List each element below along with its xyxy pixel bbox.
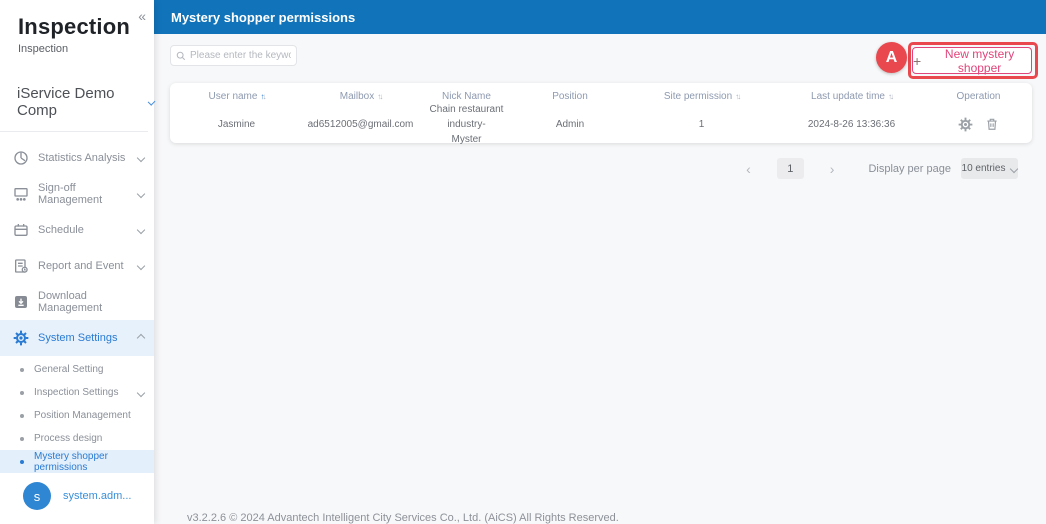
search-box	[170, 45, 297, 66]
chevron-down-icon	[136, 189, 146, 199]
monitor-icon	[12, 186, 29, 203]
column-header-mailbox[interactable]: Mailbox ↑↓	[303, 91, 418, 102]
main-content: A + New mystery shopper User name ↑↓ Mai…	[154, 34, 1046, 524]
cell-position: Admin	[555, 118, 585, 130]
bullet-icon	[20, 413, 24, 418]
sidebar-menu: Statistics Analysis Sign-off Management	[0, 140, 154, 356]
topbar: Mystery shopper permissions	[154, 0, 1046, 34]
subitem-label: Process design	[34, 433, 103, 444]
user-account[interactable]: s system.adm...	[0, 476, 154, 516]
subitem-label: General Setting	[34, 364, 104, 375]
column-header-position: Position	[552, 90, 588, 102]
settings-gear-button[interactable]	[958, 117, 973, 132]
bullet-icon	[20, 390, 24, 395]
plus-icon: +	[913, 52, 922, 69]
subitem-label: Mystery shopper permissions	[34, 450, 108, 473]
app-subtitle: Inspection	[18, 43, 69, 55]
column-header-nick-name: Nick Name	[442, 90, 491, 102]
download-icon	[12, 294, 29, 311]
column-header-site-permission[interactable]: Site permission ↑↓	[625, 91, 778, 102]
column-header-user-name[interactable]: User name ↑↓	[170, 91, 303, 102]
divider	[0, 131, 148, 132]
cell-user-name: Jasmine	[217, 118, 256, 130]
entries-per-page-dropdown[interactable]: 10 entries	[961, 158, 1019, 179]
sidebar-item-label: Schedule	[38, 224, 84, 236]
bullet-icon	[20, 459, 24, 464]
bullet-icon	[20, 367, 24, 372]
trash-icon	[987, 118, 997, 130]
company-name: iService Demo Comp	[17, 85, 115, 119]
pagination: ‹ 1 › Display per page 10 entries	[740, 158, 1019, 179]
sidebar-item-download-management[interactable]: Download Management	[0, 284, 154, 320]
search-icon	[176, 51, 186, 60]
cell-site-permission: 1	[698, 118, 705, 130]
next-page-icon[interactable]: ›	[824, 161, 841, 177]
new-mystery-shopper-label: New mystery shopper	[944, 46, 1015, 75]
subitem-mystery-shopper-permissions[interactable]: Mystery shopper permissions	[0, 450, 154, 473]
gear-icon	[958, 117, 973, 131]
sort-icon: ↑↓	[735, 91, 741, 101]
chevron-up-icon	[136, 333, 146, 343]
table-header: User name ↑↓ Mailbox ↑↓ Nick Name Positi…	[170, 85, 1032, 107]
sidebar-item-label: Statistics Analysis	[38, 152, 126, 164]
table-row: Jasmine ad6512005@gmail.com Chain restau…	[170, 104, 1032, 145]
avatar: s	[23, 482, 51, 510]
subitem-label: Position Management	[34, 410, 131, 421]
sidebar-item-statistics-analysis[interactable]: Statistics Analysis	[0, 140, 154, 176]
subitem-general-setting[interactable]: General Setting	[0, 358, 154, 381]
pie-chart-icon	[12, 150, 29, 167]
subitem-position-management[interactable]: Position Management	[0, 404, 154, 427]
delete-button[interactable]	[985, 117, 999, 131]
sort-icon: ↑↓	[377, 91, 383, 101]
column-header-operation: Operation	[956, 90, 1001, 102]
display-per-page-label: Display per page	[868, 162, 951, 175]
page: « Inspection Inspection iService Demo Co…	[0, 0, 1046, 524]
gear-icon	[12, 330, 29, 347]
report-document-icon	[12, 258, 29, 275]
chevron-down-icon	[136, 225, 146, 235]
sidebar-item-label: Sign-off Management	[38, 182, 103, 206]
column-header-last-update-time[interactable]: Last update time ↑↓	[778, 91, 925, 102]
sidebar-item-label: System Settings	[38, 332, 118, 344]
sort-icon: ↑↓	[260, 91, 266, 101]
cell-nick-name: Chain restaurant industry- Myster	[429, 103, 504, 145]
sidebar-item-schedule[interactable]: Schedule	[0, 212, 154, 248]
page-title: Mystery shopper permissions	[171, 9, 356, 25]
chevron-down-icon	[136, 153, 146, 163]
sidebar-collapse-icon[interactable]: «	[134, 6, 150, 26]
sidebar: « Inspection Inspection iService Demo Co…	[0, 0, 156, 524]
annotation-marker-a: A	[876, 42, 907, 73]
bullet-icon	[20, 436, 24, 441]
sidebar-item-report-and-event[interactable]: Report and Event	[0, 248, 154, 284]
table-card: User name ↑↓ Mailbox ↑↓ Nick Name Positi…	[170, 83, 1032, 145]
sidebar-item-label: Report and Event	[38, 260, 124, 272]
sort-icon: ↑↓	[887, 91, 894, 101]
cell-last-update-time: 2024-8-26 13:36:36	[807, 118, 896, 130]
search-input[interactable]	[190, 50, 291, 61]
subitem-label: Inspection Settings	[34, 387, 119, 398]
sidebar-item-system-settings[interactable]: System Settings	[0, 320, 154, 356]
previous-page-icon[interactable]: ‹	[740, 161, 757, 177]
subitem-process-design[interactable]: Process design	[0, 427, 154, 450]
sidebar-item-label: Download Management	[38, 290, 103, 314]
cell-operation	[925, 117, 1032, 132]
page-number[interactable]: 1	[776, 158, 804, 179]
brand: Inspection Inspection	[0, 0, 154, 55]
subitem-inspection-settings[interactable]: Inspection Settings	[0, 381, 154, 404]
user-name: system.adm...	[63, 490, 132, 502]
calendar-icon	[12, 222, 29, 239]
chevron-down-icon	[136, 388, 146, 397]
chevron-down-icon	[1010, 164, 1019, 173]
sidebar-item-signoff-management[interactable]: Sign-off Management	[0, 176, 154, 212]
cell-mailbox: ad6512005@gmail.com	[307, 118, 414, 130]
new-mystery-shopper-button[interactable]: + New mystery shopper	[912, 46, 1032, 75]
footer-copyright: v3.2.2.6 © 2024 Advantech Intelligent Ci…	[187, 512, 619, 524]
system-settings-submenu: General Setting Inspection Settings Posi…	[0, 358, 154, 473]
chevron-down-icon	[136, 261, 146, 271]
company-selector[interactable]: iService Demo Comp	[0, 85, 156, 119]
